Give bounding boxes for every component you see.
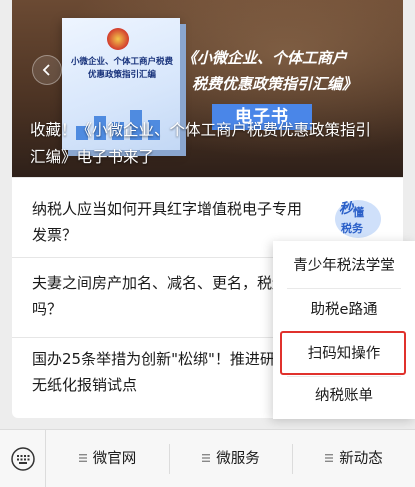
highlight-box [280,331,406,375]
article-thumbnail: 秒 懂 税务 [333,194,383,244]
banner-headline-line2: 税费优惠政策指引汇编》 [192,75,358,93]
article-title: 纳税人应当如何开具红字增值税电子专用发票？ [32,200,303,244]
keyboard-toggle-button[interactable] [0,430,46,487]
emblem-icon [107,28,129,50]
menu-item-youth-tax-class[interactable]: 青少年税法学堂 [273,244,415,288]
keyboard-icon [10,447,35,471]
chevron-left-icon [42,64,50,76]
ebook-cover-title: 小微企业、个体工商户税费优惠政策指引汇编 [70,57,173,80]
thumbnail-text-1: 秒 [339,201,353,217]
menu-item-tax-bill[interactable]: 纳税账单 [273,374,415,418]
tab-micro-website[interactable]: 微官网 [46,430,169,487]
back-button[interactable] [32,55,62,85]
menu-lines-icon [202,454,211,462]
tab-label: 微官网 [92,451,137,467]
tab-label: 微服务 [216,451,260,467]
thumbnail-text-2: 懂 [353,206,364,219]
banner-caption: 收藏！《小微企业、个体工商户税费优惠政策指引汇编》电子书来了 [30,121,372,166]
popup-menu: 青少年税法学堂 助税e路通 扫码知操作 纳税账单 [273,241,415,419]
banner-headline-line1: 《小微企业、个体工商户 [182,49,348,67]
tab-micro-service[interactable]: 微服务 [170,430,292,487]
thumbnail-text-3: 税务 [341,222,363,235]
article-title: 国办25条举措为创新"松绑"！推进研经费无纸化报销试点 [32,350,305,394]
bottom-menu-bar: 微官网 微服务 新动态 [0,429,415,487]
article-title: 夫妻之间房产加名、减名、更名，税还免吗？ [32,274,303,318]
menu-item-tax-e-road[interactable]: 助税e路通 [273,288,415,332]
menu-lines-icon [325,454,334,462]
banner-headline: 《小微企业、个体工商户 税费优惠政策指引汇编》 [182,45,397,97]
tab-new-updates[interactable]: 新动态 [293,430,415,487]
banner-article[interactable]: 小微企业、个体工商户税费优惠政策指引汇编 《小微企业、个体工商户 税费优惠政策指… [12,0,403,177]
menu-lines-icon [78,454,87,462]
tab-label: 新动态 [339,451,383,467]
